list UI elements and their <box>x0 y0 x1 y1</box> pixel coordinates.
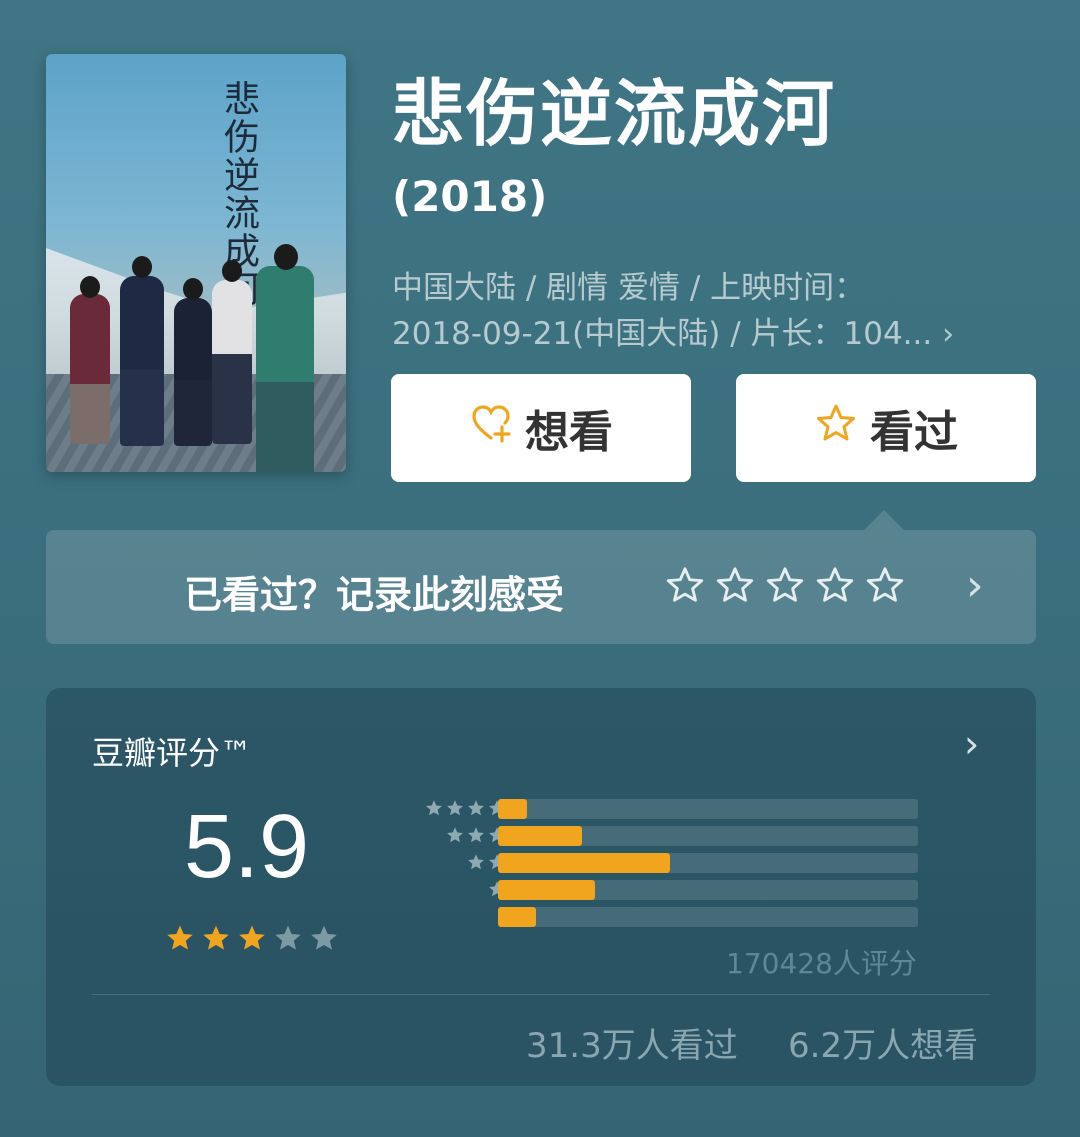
poster-figure <box>120 276 164 446</box>
distribution-bar-track <box>498 880 918 900</box>
distribution-bar-track <box>498 799 918 819</box>
want-to-watch-label: 想看 <box>525 407 613 458</box>
record-prompt: 已看过？记录此刻感受 <box>184 573 565 617</box>
poster-title: 悲伤逆流成河 <box>218 80 259 308</box>
rate-star-icon[interactable] <box>864 564 906 610</box>
star-filled-icon <box>164 922 196 958</box>
movie-meta-line2-text: 2018-09-21(中国大陆) / 片长：104... <box>392 316 933 352</box>
poster-figure-head <box>274 244 298 270</box>
rating-label: 豆瓣评分™ <box>92 734 253 772</box>
movie-meta-line2[interactable]: 2018-09-21(中国大陆) / 片长：104... › <box>392 308 1032 353</box>
poster-figure <box>70 294 110 444</box>
small-star-icon <box>445 825 465 849</box>
divider <box>92 994 990 995</box>
rate-star-icon[interactable] <box>764 564 806 610</box>
movie-year: (2018) <box>392 172 548 221</box>
distribution-bar-fill <box>498 799 527 819</box>
small-star-icon <box>424 798 444 822</box>
want-to-watch-button[interactable]: 想看 <box>391 374 691 482</box>
rate-star-icon[interactable] <box>714 564 756 610</box>
poster-figure <box>212 280 252 444</box>
distribution-bar-track <box>498 853 918 873</box>
record-panel-pointer <box>864 510 904 530</box>
small-star-icon <box>466 852 486 876</box>
distribution-bar-fill <box>498 880 595 900</box>
poster-figure <box>256 266 314 472</box>
small-star-icon <box>445 798 465 822</box>
watched-button[interactable]: 看过 <box>736 374 1036 482</box>
distribution-bar-track <box>498 826 918 846</box>
rating-score: 5.9 <box>184 797 310 897</box>
chevron-right-icon[interactable]: › <box>964 722 979 766</box>
record-feeling-panel[interactable]: 已看过？记录此刻感受 › <box>46 530 1036 644</box>
rating-stars <box>164 922 340 958</box>
distribution-bar-fill <box>498 826 582 846</box>
chevron-right-icon[interactable]: › <box>966 560 984 611</box>
heart-plus-icon <box>469 401 513 456</box>
poster-figure-head <box>80 276 100 298</box>
total-ratings: 170428人评分 <box>726 947 917 980</box>
distribution-bar-fill <box>498 907 536 927</box>
poster-figure-head <box>222 260 242 282</box>
movie-title: 悲伤逆流成河 <box>392 72 837 156</box>
watched-label: 看过 <box>870 407 958 458</box>
star-empty-icon <box>308 922 340 958</box>
rate-star-icon[interactable] <box>814 564 856 610</box>
want-count: 6.2万人想看 <box>788 1026 979 1066</box>
small-star-icon <box>466 798 486 822</box>
watched-count: 31.3万人看过 <box>526 1026 738 1066</box>
star-filled-icon <box>200 922 232 958</box>
poster-figure <box>174 298 212 446</box>
star-outline-icon <box>814 401 858 456</box>
chevron-right-icon: › <box>942 317 955 352</box>
douban-rating-panel[interactable]: 豆瓣评分™ › 5.9 170428人评分 31.3万人看过 6.2万人想看 <box>46 688 1036 1086</box>
poster-figure-head <box>183 278 203 300</box>
distribution-bar-track <box>498 907 918 927</box>
rate-star-icon[interactable] <box>664 564 706 610</box>
poster-figure-head <box>132 256 152 278</box>
movie-meta-line1[interactable]: 中国大陆 / 剧情 爱情 / 上映时间： <box>392 262 1032 307</box>
movie-poster[interactable]: 悲伤逆流成河 <box>46 54 346 472</box>
star-empty-icon <box>272 922 304 958</box>
record-stars[interactable] <box>664 564 906 610</box>
small-star-icon <box>466 825 486 849</box>
star-filled-icon <box>236 922 268 958</box>
distribution-bar-fill <box>498 853 670 873</box>
